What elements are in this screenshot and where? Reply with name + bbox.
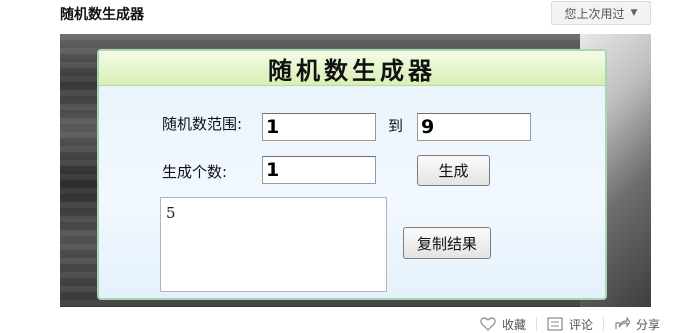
range-to-label: 到 (388, 117, 404, 135)
generator-panel: 随机数生成器 随机数范围: 1 到 9 生成个数: 1 生成 5 复制结果 (97, 49, 607, 300)
count-input[interactable]: 1 (262, 156, 376, 184)
divider (603, 317, 605, 331)
comment-icon[interactable] (547, 317, 563, 331)
collect-link[interactable]: 收藏 (502, 316, 526, 333)
comment-link[interactable]: 评论 (569, 316, 593, 333)
panel-title: 随机数生成器 (268, 55, 436, 85)
copy-result-button[interactable]: 复制结果 (403, 227, 491, 259)
generate-button[interactable]: 生成 (417, 155, 490, 186)
share-link[interactable]: 分享 (636, 316, 660, 333)
divider (536, 317, 538, 331)
heart-icon[interactable] (480, 317, 496, 331)
result-textarea[interactable]: 5 (160, 197, 387, 292)
share-icon[interactable] (614, 317, 631, 331)
range-from-input[interactable]: 1 (262, 113, 376, 141)
panel-header: 随机数生成器 (99, 51, 605, 86)
app-stage: 随机数生成器 随机数范围: 1 到 9 生成个数: 1 生成 5 复制结果 (60, 34, 651, 307)
range-to-input[interactable]: 9 (417, 113, 531, 141)
count-label: 生成个数: (162, 163, 228, 181)
recently-used-dropdown[interactable]: 您上次用过 ▼ (551, 1, 651, 25)
recently-used-label: 您上次用过 (564, 6, 625, 21)
chevron-down-icon: ▼ (630, 8, 638, 18)
page-title: 随机数生成器 (60, 7, 144, 23)
range-label: 随机数范围: (162, 115, 243, 133)
footer-actions: 收藏 评论 分享 (480, 316, 660, 332)
